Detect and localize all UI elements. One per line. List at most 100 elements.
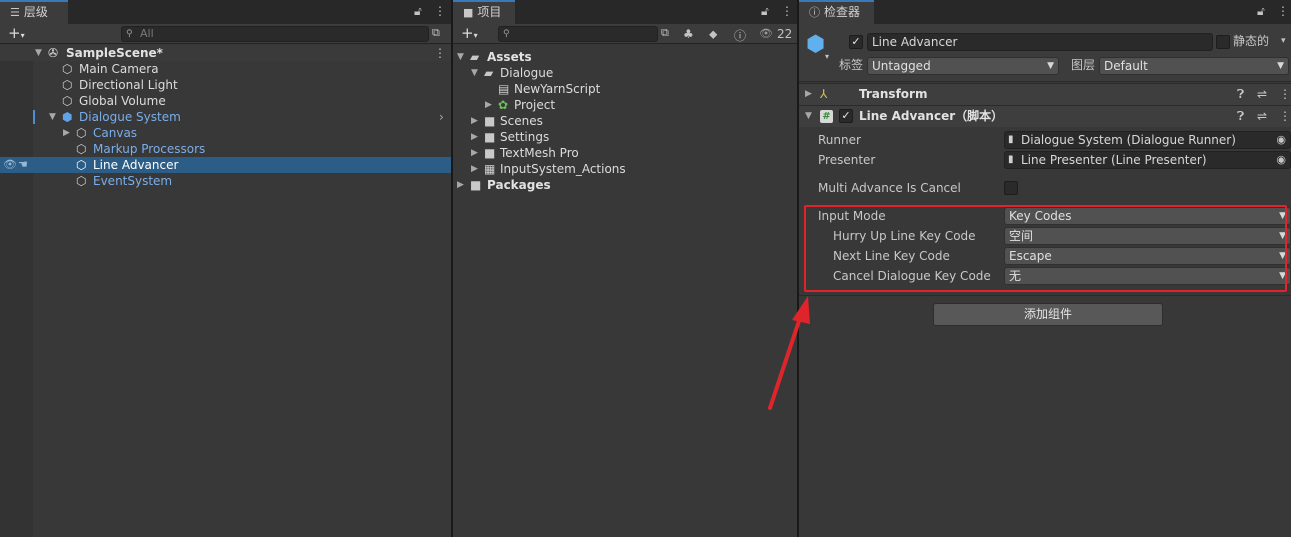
gameobject-icon: ⬢ [806,32,826,57]
folder-icon: ■ [484,114,496,128]
hierarchy-item-canvas[interactable]: ▶ ⬡ Canvas [0,125,451,141]
hierarchy-item-directional-light[interactable]: ⬡ Directional Light [0,77,451,93]
preset-icon[interactable]: ⇌ [1257,106,1267,127]
hidden-packages-eye-icon[interactable]: 👁︎ [759,27,773,40]
folder-icon: ■ [484,130,496,144]
gameobject-cube-icon: ⬡ [62,94,73,108]
transform-axes-icon: ⅄ [820,87,828,101]
add-component-button[interactable]: 添加组件 [933,303,1163,326]
static-checkbox[interactable] [1216,35,1230,49]
tab-inspector[interactable]: ⓘ 检查器 [799,0,874,24]
object-picker-icon[interactable]: ◉ [1276,152,1286,168]
hierarchy-item-dialogue-system[interactable]: ▼ ⬢ Dialogue System › [0,109,451,125]
help-icon[interactable]: ❓︎ [1237,106,1244,127]
active-checkbox[interactable]: ✓ [849,35,863,49]
multi-advance-checkbox[interactable] [1004,181,1018,195]
visibility-eye-icon[interactable]: 👁︎ [3,157,17,173]
csharp-script-icon: # [820,110,833,123]
help-icon[interactable]: ❓︎ [1237,84,1244,105]
tag-dropdown[interactable]: Untagged ▼ [867,57,1059,75]
expand-triangle-icon[interactable]: ▼ [457,49,469,65]
runner-label: Runner [818,133,861,147]
project-item-new-yarn-script[interactable]: ▤ NewYarnScript [453,81,797,97]
pickability-hand-icon[interactable]: ☚ [18,157,28,173]
collapsed-triangle-icon[interactable]: ▶ [485,97,497,113]
collapsed-triangle-icon[interactable]: ▶ [457,177,469,193]
search-options-icon[interactable]: ⧉ [661,26,669,40]
presenter-label: Presenter [818,153,876,167]
open-folder-icon: ▰ [470,50,480,64]
create-button[interactable]: +▾ [8,24,25,45]
gameobject-cube-icon: ⬡ [62,78,73,92]
preset-icon[interactable]: ⇌ [1257,84,1267,105]
input-actions-asset-icon: ▦ [484,162,496,176]
lock-icon[interactable]: 🔓︎ [414,4,422,19]
component-menu-icon[interactable]: ⋮ [1279,84,1291,105]
collapsed-triangle-icon[interactable]: ▶ [63,125,75,141]
tab-hierarchy[interactable]: ☰ 层级 [0,0,68,24]
info-icon[interactable]: ⓘ [734,27,746,44]
tag-label: 标签 [839,58,864,72]
multi-advance-label: Multi Advance Is Cancel [818,181,961,195]
project-panel: ■ 项目 🔓︎ ⋮ +▾ ⚲ ⧉ ♣ ⬥ ⓘ 👁︎ 22 ▼ ▰ Assets ▼… [453,0,797,537]
search-icon: ⚲ [503,29,510,39]
project-item-settings[interactable]: ▶ ■ Settings [453,129,797,145]
hierarchy-item-line-advancer[interactable]: 👁︎ ☚ ⬡ Line Advancer [0,157,451,173]
project-item-textmesh-pro[interactable]: ▶ ■ TextMesh Pro [453,145,797,161]
inspector-tabbar: ⓘ 检查器 🔓︎ ⋮ [799,0,1291,24]
collapsed-triangle-icon[interactable]: ▶ [471,145,483,161]
icon-dropdown-caret-icon[interactable]: ▾ [825,52,829,61]
scene-menu-icon[interactable]: ⋮ [434,45,446,61]
expand-triangle-icon[interactable]: ▼ [49,109,61,125]
collapsed-triangle-icon[interactable]: ▶ [471,161,483,177]
chevron-right-icon[interactable]: › [439,109,444,125]
gameobject-cube-icon: ⬡ [62,62,73,76]
hierarchy-item-eventsystem[interactable]: ⬡ EventSystem [0,173,451,189]
create-button[interactable]: +▾ [461,24,478,45]
lock-icon[interactable]: 🔓︎ [761,4,769,19]
object-name-input[interactable]: Line Advancer [867,33,1213,51]
static-dropdown-caret-icon[interactable]: ▾ [1281,36,1286,46]
hierarchy-item-global-volume[interactable]: ⬡ Global Volume [0,93,451,109]
open-folder-icon: ▰ [484,66,494,80]
project-item-assets[interactable]: ▼ ▰ Assets [453,49,797,65]
lock-icon[interactable]: 🔓︎ [1257,4,1265,19]
project-item-project[interactable]: ▶ ✿ Project [453,97,797,113]
component-enabled-checkbox[interactable]: ✓ [839,109,853,123]
collapsed-triangle-icon[interactable]: ▶ [805,84,817,105]
chevron-down-icon: ▼ [1277,61,1284,71]
expand-triangle-icon[interactable]: ▼ [35,45,47,61]
more-menu-icon[interactable]: ⋮ [434,4,446,18]
collapsed-triangle-icon[interactable]: ▶ [471,113,483,129]
object-picker-icon[interactable]: ◉ [1276,132,1286,148]
tab-project[interactable]: ■ 项目 [453,0,515,24]
unity-scene-icon: ✇ [48,46,59,60]
more-menu-icon[interactable]: ⋮ [781,4,793,18]
hierarchy-item-markup-processors[interactable]: ⬡ Markup Processors [0,141,451,157]
expand-triangle-icon[interactable]: ▼ [805,106,817,127]
object-header: ⬢ ▾ ✓ Line Advancer 静态的 ▾ 标签 Untagged ▼ 图… [799,24,1291,82]
expand-triangle-icon[interactable]: ▼ [471,65,483,81]
project-item-inputsystem-actions[interactable]: ▶ ▦ InputSystem_Actions [453,161,797,177]
hierarchy-item-main-camera[interactable]: ⬡ Main Camera [0,61,451,77]
line-advancer-component-header[interactable]: ▼ # ✓ Line Advancer（脚本） ❓︎ ⇌ ⋮ [799,105,1291,127]
collapsed-triangle-icon[interactable]: ▶ [471,129,483,145]
runner-object-field[interactable]: ▮ Dialogue System (Dialogue Runner) ◉ [1004,131,1291,149]
prefab-cube-icon: ⬢ [62,110,73,124]
search-options-icon[interactable]: ⧉ [432,26,440,40]
project-toolbar: +▾ ⚲ ⧉ ♣ ⬥ ⓘ 👁︎ 22 [453,24,797,44]
scene-row[interactable]: ▼ ✇ SampleScene* ⋮ [0,45,451,61]
project-item-scenes[interactable]: ▶ ■ Scenes [453,113,797,129]
project-item-dialogue[interactable]: ▼ ▰ Dialogue [453,65,797,81]
hierarchy-search-input[interactable]: ⚲ All [121,26,429,42]
presenter-object-field[interactable]: ▮ Line Presenter (Line Presenter) ◉ [1004,151,1291,169]
project-item-packages[interactable]: ▶ ■ Packages [453,177,797,193]
filter-by-type-icon[interactable]: ♣ [683,27,694,41]
component-menu-icon[interactable]: ⋮ [1279,106,1291,127]
more-menu-icon[interactable]: ⋮ [1277,4,1289,18]
transform-component-header[interactable]: ▶ ⅄ Transform ❓︎ ⇌ ⋮ [799,83,1291,105]
filter-by-label-icon[interactable]: ⬥ [709,27,717,42]
script-asset-icon: ▮ [1008,154,1014,165]
project-search-input[interactable]: ⚲ [498,26,658,42]
layer-dropdown[interactable]: Default ▼ [1099,57,1289,75]
